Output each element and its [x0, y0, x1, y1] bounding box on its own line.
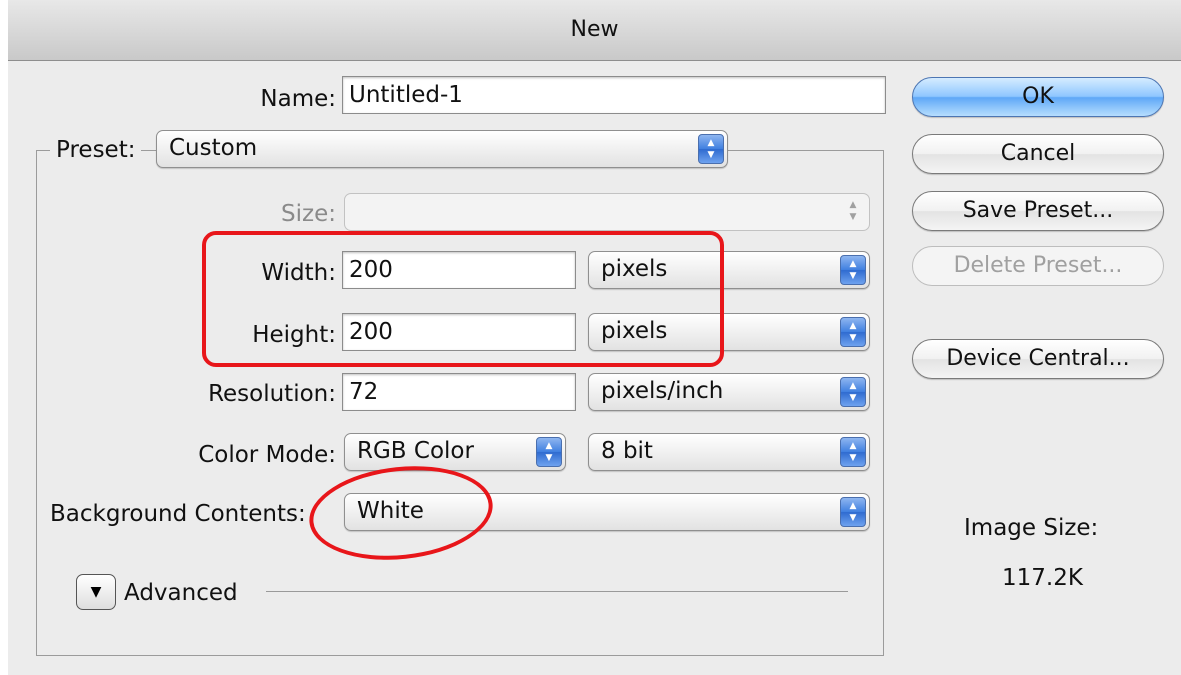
color-mode-select[interactable]: RGB Color ▲ ▼ [344, 433, 566, 471]
bit-depth-value: 8 bit [601, 438, 653, 464]
resolution-unit-value: pixels/inch [601, 378, 724, 404]
cancel-button[interactable]: Cancel [912, 134, 1164, 174]
up-down-arrows-icon: ▲ ▼ [849, 200, 857, 222]
resolution-field[interactable]: 72 [342, 373, 576, 411]
save-preset-button[interactable]: Save Preset... [912, 191, 1164, 231]
resolution-unit-select[interactable]: pixels/inch ▲ ▼ [588, 373, 870, 411]
color-mode-value: RGB Color [357, 438, 474, 464]
preset-label: Preset: [50, 137, 142, 163]
color-mode-label: Color Mode: [198, 442, 336, 468]
ok-button[interactable]: OK [912, 77, 1164, 117]
size-select: ▲ ▼ [344, 193, 870, 231]
advanced-label: Advanced [124, 580, 238, 606]
preset-select[interactable]: Custom ▲ ▼ [156, 130, 728, 168]
preset-value: Custom [169, 135, 258, 161]
annotation-rectangle [202, 231, 724, 367]
new-document-dialog: New Name: Untitled-1 Preset: Custom ▲ ▼ S… [8, 0, 1181, 675]
bit-depth-select[interactable]: 8 bit ▲ ▼ [588, 433, 870, 471]
image-size-value: 117.2K [1002, 565, 1083, 591]
up-down-arrows-icon: ▲ ▼ [840, 437, 866, 467]
background-contents-label: Background Contents: [50, 501, 306, 527]
up-down-arrows-icon: ▲ ▼ [840, 255, 866, 285]
up-down-arrows-icon: ▲ ▼ [840, 377, 866, 407]
name-label: Name: [260, 86, 336, 112]
disclosure-triangle-icon[interactable]: ▼ [76, 574, 116, 610]
delete-preset-button: Delete Preset... [912, 246, 1164, 286]
up-down-arrows-icon: ▲ ▼ [536, 437, 562, 467]
resolution-label: Resolution: [208, 381, 336, 407]
up-down-arrows-icon: ▲ ▼ [698, 134, 724, 164]
name-field[interactable]: Untitled-1 [342, 76, 886, 114]
up-down-arrows-icon: ▲ ▼ [840, 317, 866, 347]
advanced-divider [266, 591, 848, 592]
device-central-button[interactable]: Device Central... [912, 339, 1164, 379]
image-size-label: Image Size: [964, 515, 1099, 541]
title-bar: New [8, 0, 1181, 61]
size-label: Size: [281, 201, 336, 227]
up-down-arrows-icon: ▲ ▼ [840, 497, 866, 527]
